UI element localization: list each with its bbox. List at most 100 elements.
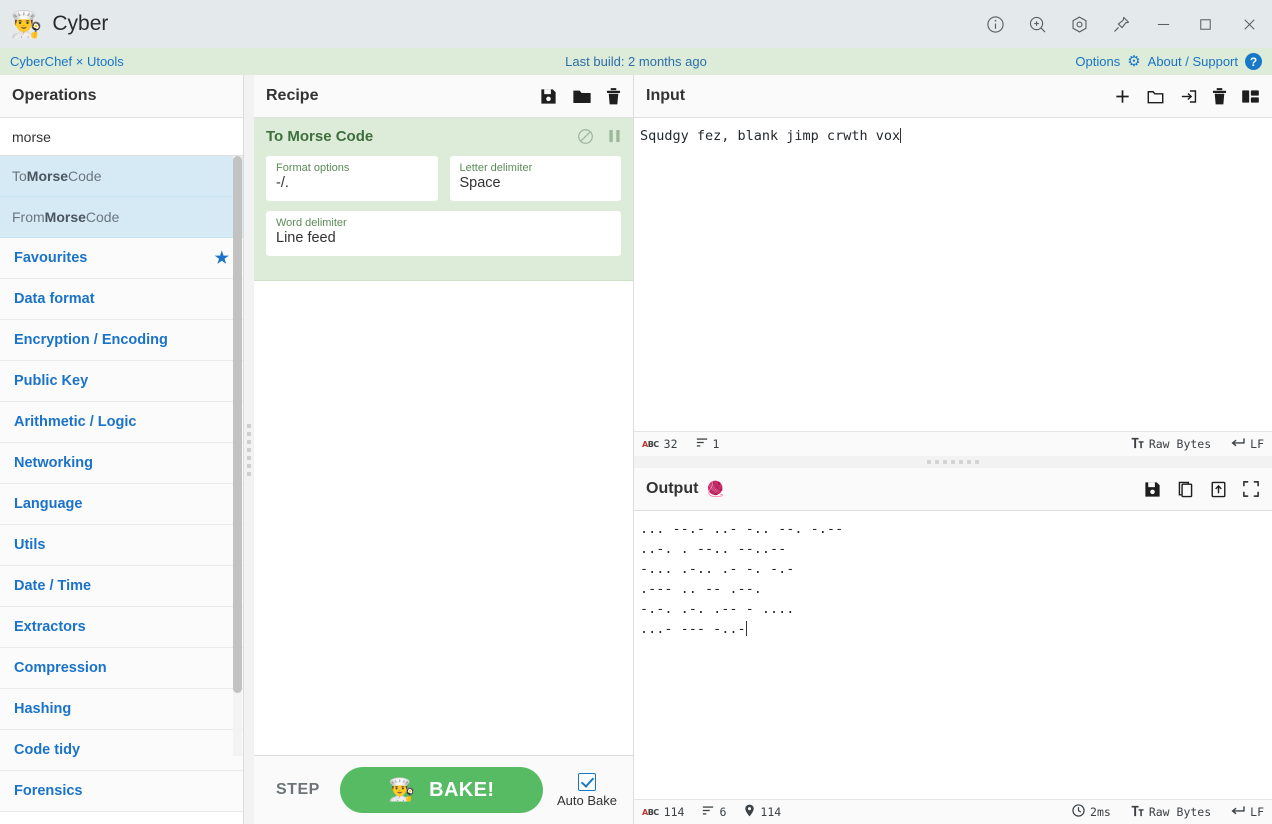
options-link[interactable]: Options [1075, 54, 1120, 69]
input-lines-value: 1 [712, 437, 720, 451]
maximise-output-icon[interactable] [1242, 480, 1260, 498]
arg-value[interactable]: -/. [276, 175, 428, 193]
star-icon: ★ [214, 250, 229, 267]
input-length-value: 32 [663, 437, 678, 451]
output-editor[interactable]: ... --.- ..- -.. --. -.-- ..-. . --.. --… [634, 511, 1272, 799]
zoom-in-icon[interactable] [1016, 0, 1058, 48]
open-folder-icon[interactable] [1146, 87, 1165, 106]
category-label: Arithmetic / Logic [14, 414, 137, 430]
auto-bake-toggle[interactable]: Auto Bake [557, 772, 617, 808]
chef-icon: 👨‍🍳 [388, 777, 417, 802]
brand-link[interactable]: CyberChef × Utools [10, 54, 124, 69]
category-networking[interactable]: Networking [0, 443, 243, 484]
recipe-title: Recipe [266, 87, 319, 104]
breakpoint-icon[interactable] [608, 129, 621, 144]
close-icon[interactable] [1226, 0, 1272, 48]
add-input-tab-icon[interactable] [1113, 87, 1132, 106]
category-data-format[interactable]: Data format [0, 279, 243, 320]
op-suffix: Code [85, 209, 120, 225]
magic-wand-icon[interactable]: 🧶 [706, 480, 725, 498]
category-label: Public Key [14, 373, 89, 389]
category-encryption-encoding[interactable]: Encryption / Encoding [0, 320, 243, 361]
output-position-value: 114 [760, 805, 782, 819]
output-time: 2ms [1072, 804, 1111, 820]
clear-recipe-icon[interactable] [606, 87, 621, 106]
arg-letter-delimiter[interactable]: Letter delimiter Space [449, 156, 621, 201]
reset-layout-icon[interactable] [1241, 88, 1260, 105]
output-line: .--- .. -- .--. [640, 581, 762, 597]
arg-value[interactable]: Line feed [276, 230, 611, 248]
font-icon [1131, 437, 1144, 452]
help-icon[interactable]: ? [1245, 53, 1262, 70]
about-support-link[interactable]: About / Support [1148, 54, 1238, 69]
bake-button[interactable]: 👨‍🍳 BAKE! [339, 767, 543, 813]
category-label: Favourites [14, 250, 88, 266]
category-hashing[interactable]: Hashing [0, 689, 243, 730]
category-utils[interactable]: Utils [0, 525, 243, 566]
abc-icon: ABC [642, 439, 659, 449]
category-arithmetic-logic[interactable]: Arithmetic / Logic [0, 402, 243, 443]
clear-input-icon[interactable] [1212, 87, 1227, 106]
operation-args-row-2: Word delimiter Line feed [266, 211, 621, 256]
save-output-icon[interactable] [1143, 480, 1162, 499]
category-public-key[interactable]: Public Key [0, 361, 243, 402]
load-recipe-icon[interactable] [572, 87, 592, 106]
disable-icon[interactable] [577, 128, 594, 145]
recipe-list[interactable]: To Morse Code Format options -/. Letter … [254, 118, 633, 755]
operations-scrollbar-thumb[interactable] [233, 156, 242, 693]
category-language[interactable]: Language [0, 484, 243, 525]
return-icon [1231, 437, 1245, 451]
input-lines: 1 [696, 437, 720, 451]
output-line: -... .-.. .- -. -.- [640, 561, 795, 577]
output-eol[interactable]: LF [1231, 805, 1264, 819]
category-extractors[interactable]: Extractors [0, 607, 243, 648]
input-title: Input [646, 87, 686, 104]
output-header: Output 🧶 [634, 468, 1272, 511]
recipe-operation-to-morse-code[interactable]: To Morse Code Format options -/. Letter … [254, 118, 633, 281]
op-suffix: Code [68, 168, 102, 184]
category-code-tidy[interactable]: Code tidy [0, 730, 243, 771]
operations-recipe-splitter[interactable] [244, 75, 254, 824]
output-position: 114 [744, 804, 781, 820]
open-input-icon[interactable] [1179, 87, 1198, 106]
settings-icon[interactable] [1058, 0, 1100, 48]
output-length: ABC 114 [642, 805, 684, 819]
gear-icon[interactable]: ⚙ [1127, 54, 1140, 69]
category-label: Compression [14, 660, 107, 676]
pin-icon[interactable] [1100, 0, 1142, 48]
category-label: Forensics [14, 783, 83, 799]
clock-icon [1072, 804, 1085, 820]
arg-value[interactable]: Space [460, 175, 612, 193]
input-editor[interactable]: Squdgy fez, blank jimp crwth vox [634, 118, 1272, 431]
arg-label: Format options [276, 162, 350, 174]
save-recipe-icon[interactable] [539, 87, 558, 106]
step-button[interactable]: STEP [270, 773, 326, 807]
output-line: ... --.- ..- -.. --. -.-- [640, 521, 844, 537]
category-forensics[interactable]: Forensics [0, 771, 243, 812]
minimize-icon[interactable] [1142, 0, 1184, 48]
replace-input-icon[interactable] [1209, 480, 1228, 499]
output-lines-value: 6 [719, 805, 727, 819]
input-eol[interactable]: LF [1231, 437, 1264, 451]
arg-word-delimiter[interactable]: Word delimiter Line feed [266, 211, 621, 256]
category-favourites[interactable]: Favourites ★ [0, 238, 243, 279]
info-icon[interactable] [974, 0, 1016, 48]
input-encoding[interactable]: Raw Bytes [1131, 437, 1211, 452]
output-panel: Output 🧶 ... --.- ..- -.. --. -.-- ..-. … [634, 468, 1272, 824]
category-compression[interactable]: Compression [0, 648, 243, 689]
operation-title: To Morse Code [266, 128, 374, 145]
arg-format-options[interactable]: Format options -/. [266, 156, 438, 201]
input-output-splitter[interactable] [634, 456, 1272, 468]
auto-bake-checkbox[interactable] [578, 772, 596, 791]
operations-search-wrap [0, 118, 243, 156]
category-label: Language [14, 496, 83, 512]
recipe-header: Recipe [254, 75, 633, 118]
copy-output-icon[interactable] [1176, 480, 1195, 499]
output-encoding[interactable]: Raw Bytes [1131, 805, 1211, 820]
category-date-time[interactable]: Date / Time [0, 566, 243, 607]
maximize-icon[interactable] [1184, 0, 1226, 48]
search-input[interactable] [0, 118, 243, 155]
op-prefix: From [12, 209, 45, 225]
operation-to-morse-code[interactable]: To Morse Code [0, 156, 243, 197]
operation-from-morse-code[interactable]: From Morse Code [0, 197, 243, 238]
